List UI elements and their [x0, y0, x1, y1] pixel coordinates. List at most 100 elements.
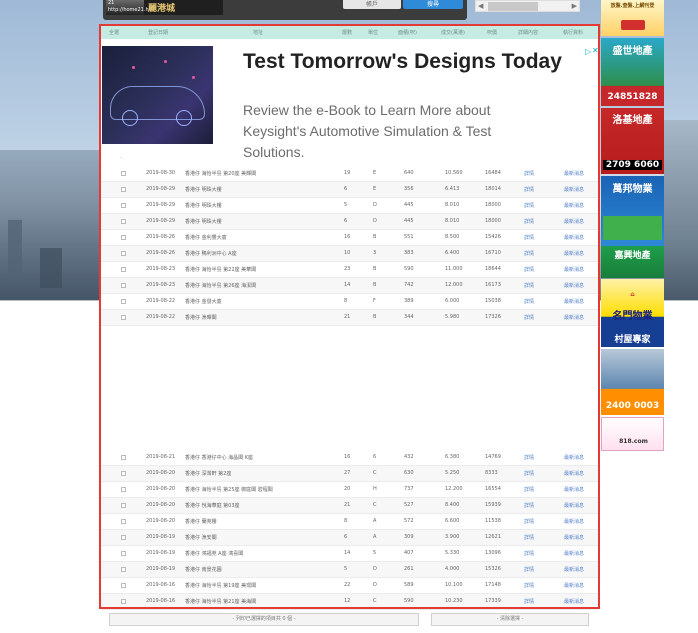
sidebar-ad-agency-5[interactable]: ⌂ 名門物業 村屋專家 [601, 279, 664, 347]
row-news-link[interactable]: 最新消息 [564, 186, 584, 193]
row-checkbox[interactable] [121, 503, 126, 508]
row-details-link[interactable]: 詳情 [524, 582, 534, 589]
row-date: 2019-08-20 [146, 486, 176, 492]
ad-image[interactable] [102, 46, 213, 144]
sidebar-ad-agency-1[interactable]: 盛世地產 24851828 [601, 38, 664, 106]
row-checkbox[interactable] [121, 203, 126, 208]
scroll-right-icon[interactable]: ▶ [572, 2, 577, 10]
row-unit-price: 13096 [485, 550, 501, 556]
ad-description[interactable]: Review the e-Book to Learn More about Ke… [243, 100, 543, 163]
header-select-all[interactable]: 全選 [109, 29, 119, 36]
sidebar-ad-agency-3[interactable]: 萬邦物業 [601, 176, 664, 246]
row-checkbox[interactable] [121, 251, 126, 256]
row-details-link[interactable]: 詳情 [524, 218, 534, 225]
row-details-link[interactable]: 詳情 [524, 314, 534, 321]
row-details-link[interactable]: 詳情 [524, 454, 534, 461]
row-details-link[interactable]: 詳情 [524, 550, 534, 557]
row-price: 12.000 [445, 282, 463, 288]
row-news-link[interactable]: 最新消息 [564, 298, 584, 305]
row-checkbox[interactable] [121, 299, 126, 304]
horizontal-scrollbar[interactable]: ◀ ▶ [475, 0, 580, 12]
row-news-link[interactable]: 最新消息 [564, 218, 584, 225]
row-details-link[interactable]: 詳情 [524, 234, 534, 241]
row-details-link[interactable]: 詳情 [524, 470, 534, 477]
row-checkbox[interactable] [121, 567, 126, 572]
row-details-link[interactable]: 詳情 [524, 170, 534, 177]
row-news-link[interactable]: 最新消息 [564, 454, 584, 461]
row-address: 香港仔 漁暉閣 [185, 315, 217, 321]
row-checkbox[interactable] [121, 471, 126, 476]
row-details-link[interactable]: 詳情 [524, 566, 534, 573]
row-news-link[interactable]: 最新消息 [564, 314, 584, 321]
row-date: 2019-08-26 [146, 234, 176, 240]
row-checkbox[interactable] [121, 283, 126, 288]
row-checkbox[interactable] [121, 487, 126, 492]
row-news-link[interactable]: 最新消息 [564, 170, 584, 177]
row-details-link[interactable]: 詳情 [524, 202, 534, 209]
sidebar-ad-agency-6[interactable]: 2400 0003 [601, 349, 664, 415]
row-area: 261 [404, 566, 414, 572]
row-news-link[interactable]: 最新消息 [564, 202, 584, 209]
row-news-link[interactable]: 最新消息 [564, 250, 584, 257]
ad-close-icon[interactable]: ✕ [592, 46, 599, 55]
row-news-link[interactable]: 最新消息 [564, 266, 584, 273]
row-checkbox[interactable] [121, 583, 126, 588]
scroll-left-icon[interactable]: ◀ [478, 2, 483, 10]
row-news-link[interactable]: 最新消息 [564, 470, 584, 477]
row-details-link[interactable]: 詳情 [524, 598, 534, 605]
row-price: 8.010 [445, 218, 460, 224]
row-news-link[interactable]: 最新消息 [564, 282, 584, 289]
row-details-link[interactable]: 詳情 [524, 298, 534, 305]
row-unit-price: 17148 [485, 582, 501, 588]
row-news-link[interactable]: 最新消息 [564, 518, 584, 525]
ad-title[interactable]: Test Tomorrow's Designs Today [243, 50, 562, 74]
row-checkbox[interactable] [121, 519, 126, 524]
row-checkbox[interactable] [121, 219, 126, 224]
row-address: 香港仔 海怡半島 第19座 美璟閣 [185, 583, 257, 589]
row-unit-price: 14769 [485, 454, 501, 460]
row-details-link[interactable]: 詳情 [524, 534, 534, 541]
row-checkbox[interactable] [121, 455, 126, 460]
row-news-link[interactable]: 最新消息 [564, 486, 584, 493]
row-news-link[interactable]: 最新消息 [564, 502, 584, 509]
sidebar-ad-listing[interactable]: 放盤.查盤.上網刊登 [601, 0, 664, 36]
sidebar-ad-agency-4[interactable]: 嘉興地產 [601, 246, 664, 278]
header-area: 面積(呎) [398, 30, 417, 36]
search-button[interactable]: 搜尋 [403, 0, 463, 9]
row-floor: 23 [344, 266, 351, 272]
row-details-link[interactable]: 詳情 [524, 502, 534, 509]
row-checkbox[interactable] [121, 267, 126, 272]
row-checkbox[interactable] [121, 171, 126, 176]
ad-banner[interactable]: Test Tomorrow's Designs Today Review the… [101, 42, 599, 163]
row-details-link[interactable]: 詳情 [524, 486, 534, 493]
print-selected-button[interactable]: - 列印已選擇的項目共 0 個 - [109, 613, 419, 626]
row-details-link[interactable]: 詳情 [524, 282, 534, 289]
clear-selection-button[interactable]: - 清除選擇 - [431, 613, 589, 626]
table-row: 2019-08-22 香港仔 金發大廈 8 F 389 6.000 15038 詳情 最新消息 [101, 294, 598, 310]
row-news-link[interactable]: 最新消息 [564, 550, 584, 557]
header-unit-price: 呎價 [487, 30, 498, 36]
sidebar-ad-agency-2[interactable]: 洛基地產 2709 6060 [601, 108, 664, 174]
row-news-link[interactable]: 最新消息 [564, 534, 584, 541]
row-floor: 6 [344, 186, 348, 192]
row-checkbox[interactable] [121, 551, 126, 556]
sidebar-ad-agency-7[interactable]: 818.com [601, 417, 664, 451]
site-logo[interactable]: 21 http://home21.hk 麗港城 [106, 0, 223, 15]
row-details-link[interactable]: 詳情 [524, 186, 534, 193]
row-checkbox[interactable] [121, 315, 126, 320]
header-floor: 層數 [342, 30, 353, 36]
row-details-link[interactable]: 詳情 [524, 266, 534, 273]
account-button[interactable]: 帳戶 [343, 0, 401, 9]
row-checkbox[interactable] [121, 599, 126, 604]
row-news-link[interactable]: 最新消息 [564, 582, 584, 589]
row-news-link[interactable]: 最新消息 [564, 566, 584, 573]
row-details-link[interactable]: 詳情 [524, 250, 534, 257]
row-details-link[interactable]: 詳情 [524, 518, 534, 525]
row-checkbox[interactable] [121, 187, 126, 192]
ad-choices-icon[interactable]: ▷ [585, 47, 591, 56]
row-checkbox[interactable] [121, 235, 126, 240]
row-news-link[interactable]: 最新消息 [564, 598, 584, 605]
row-news-link[interactable]: 最新消息 [564, 234, 584, 241]
row-checkbox[interactable] [121, 535, 126, 540]
scrollbar-thumb[interactable] [488, 2, 538, 11]
